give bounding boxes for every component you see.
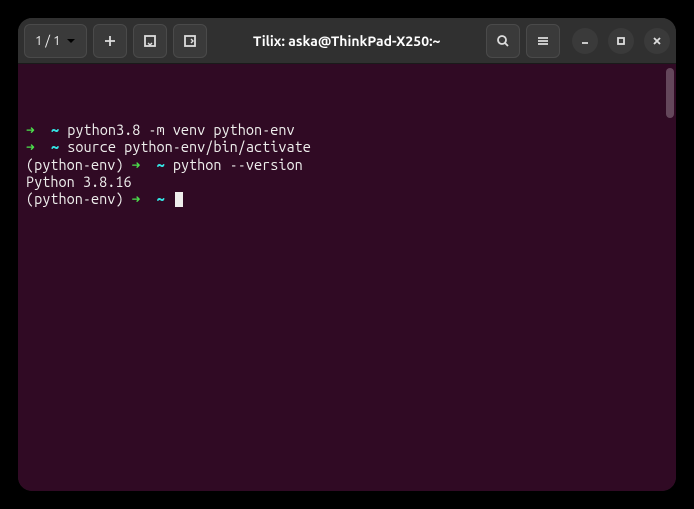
chevron-down-icon (66, 36, 76, 46)
terminal-line: ➜ ~ source python-env/bin/activate (26, 138, 668, 155)
cursor (175, 192, 183, 207)
menu-button[interactable] (526, 24, 560, 58)
split-right-icon (183, 34, 197, 48)
hamburger-icon (536, 34, 550, 48)
terminal-line: (python-env) ➜ ~ (26, 190, 668, 207)
terminal-line: (python-env) ➜ ~ python --version (26, 156, 668, 173)
terminal-line: Python 3.8.16 (26, 173, 668, 190)
titlebar: 1 / 1 Tilix: aska@ThinkPad-X250:~ (18, 18, 676, 64)
minimize-icon (579, 35, 591, 47)
close-icon (651, 35, 663, 47)
terminal-window: 1 / 1 Tilix: aska@ThinkPad-X250:~ (18, 18, 676, 491)
add-terminal-button[interactable] (93, 24, 127, 58)
split-down-button[interactable] (133, 24, 167, 58)
minimize-button[interactable] (572, 28, 598, 54)
scrollbar-thumb[interactable] (666, 68, 674, 118)
maximize-button[interactable] (608, 28, 634, 54)
session-counter-label: 1 / 1 (35, 34, 60, 48)
terminal-line: ➜ ~ python3.8 -m venv python-env (26, 121, 668, 138)
maximize-icon (615, 35, 627, 47)
terminal-viewport[interactable]: ➜ ~ python3.8 -m venv python-env➜ ~ sour… (18, 64, 676, 491)
close-button[interactable] (644, 28, 670, 54)
split-down-icon (143, 34, 157, 48)
session-selector[interactable]: 1 / 1 (24, 24, 87, 58)
search-icon (496, 34, 510, 48)
window-title: Tilix: aska@ThinkPad-X250:~ (213, 33, 480, 49)
split-right-button[interactable] (173, 24, 207, 58)
window-controls (566, 28, 670, 54)
plus-icon (103, 34, 117, 48)
search-button[interactable] (486, 24, 520, 58)
